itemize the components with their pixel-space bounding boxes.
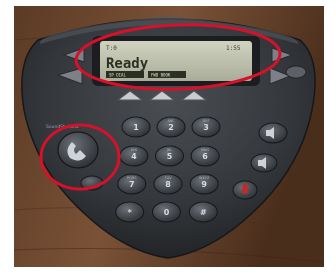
keypad-key-letters: DEF xyxy=(203,119,210,123)
keypad-key[interactable]: 6MNO xyxy=(190,145,220,167)
microphone-mute-icon xyxy=(242,184,248,194)
phone-photo: T:0 1:55 Ready SP DIAL FWD BOOK SoundSta… xyxy=(0,0,336,272)
keypad-key[interactable]: 7PQRS xyxy=(117,173,147,195)
softkey-label-1: SP DIAL xyxy=(109,73,126,78)
lcd-line-right: 1:55 xyxy=(226,45,241,52)
keypad-key-digit: 4 xyxy=(131,152,137,161)
menu-icon[interactable] xyxy=(285,65,307,79)
keypad-key-digit: 2 xyxy=(168,123,174,132)
keypad-key-digit: 1 xyxy=(133,123,139,132)
keypad-key-digit: 3 xyxy=(203,123,209,132)
keypad-key[interactable]: 9WXYZ xyxy=(189,173,219,195)
keypad-key[interactable]: 4GHI xyxy=(119,145,149,167)
keypad-key-letters: WXYZ xyxy=(199,176,210,180)
softkey-buttons xyxy=(116,90,208,101)
softkey-label-2: FWD BOOK xyxy=(151,73,171,78)
keypad-key[interactable]: 2ABC xyxy=(156,116,186,138)
keypad-key-letters: TUV xyxy=(163,176,172,180)
keypad-key-letters: PQRS xyxy=(127,176,137,180)
keypad-key-digit: 9 xyxy=(201,180,207,189)
keypad-key-digit: 8 xyxy=(165,180,171,189)
keypad-key-letters: GHI xyxy=(131,148,137,152)
keypad-key[interactable]: 5JKL xyxy=(155,145,184,167)
lcd-line-left: T:0 xyxy=(106,45,117,52)
keypad-key-letters: ABC xyxy=(167,119,175,123)
keypad-key[interactable]: * xyxy=(115,201,145,223)
lcd-status-text: Ready xyxy=(106,56,149,72)
keypad-key-digit: 5 xyxy=(167,152,173,161)
keypad-key[interactable]: 1 xyxy=(121,116,151,138)
keypad-key[interactable]: # xyxy=(188,201,218,223)
keypad-key-digit: 6 xyxy=(202,152,208,161)
keypad-key[interactable]: 3DEF xyxy=(191,116,221,138)
keypad-key-digit: 7 xyxy=(129,180,135,189)
keypad-key-letters: JKL xyxy=(166,148,172,152)
keypad-key[interactable]: 8TUV xyxy=(153,173,183,195)
call-button[interactable] xyxy=(57,131,99,169)
keypad-key-letters: MNO xyxy=(201,148,210,152)
photo: T:0 1:55 Ready SP DIAL FWD BOOK SoundSta… xyxy=(0,0,336,272)
keypad-key-digit: # xyxy=(200,208,207,217)
keypad-key[interactable]: 0 xyxy=(152,201,181,223)
keypad-key-digit: 0 xyxy=(164,208,170,217)
